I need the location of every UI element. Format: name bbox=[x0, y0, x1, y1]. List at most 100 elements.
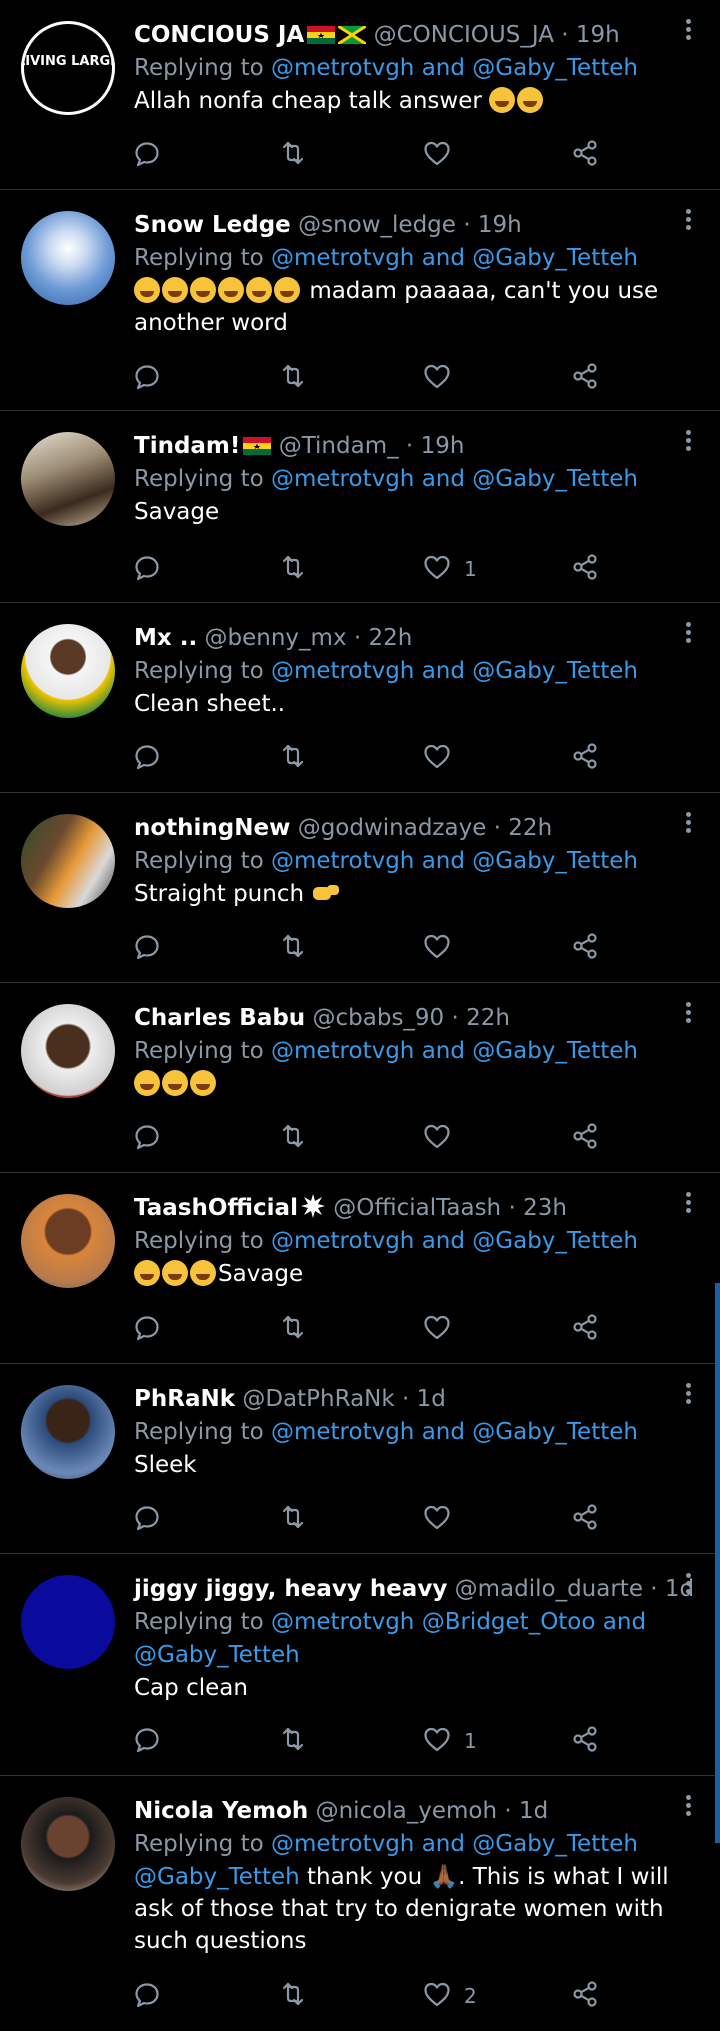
reply-button[interactable] bbox=[132, 135, 162, 175]
like-button[interactable] bbox=[422, 1309, 464, 1349]
retweet-button[interactable] bbox=[278, 549, 308, 589]
more-icon[interactable] bbox=[686, 1380, 692, 1407]
tweet[interactable]: Nicola Yemoh @nicola_yemoh · 1d Replying… bbox=[0, 1776, 720, 2031]
reply-mentions[interactable]: @metrotvgh and @Gaby_Tetteh bbox=[271, 55, 638, 81]
author-name[interactable]: Snow Ledge bbox=[134, 212, 291, 238]
retweet-button[interactable] bbox=[278, 1976, 308, 2016]
author-name[interactable]: PhRaNk bbox=[134, 1386, 235, 1412]
avatar[interactable] bbox=[21, 624, 115, 718]
author-handle[interactable]: @madilo_duarte bbox=[455, 1576, 643, 1602]
author-handle[interactable]: @Tindam_ bbox=[279, 433, 399, 459]
author-name[interactable]: CONCIOUS JA bbox=[134, 22, 304, 48]
scrollbar[interactable] bbox=[715, 1283, 720, 1843]
avatar[interactable] bbox=[21, 432, 115, 526]
tweet[interactable]: PhRaNk @DatPhRaNk · 1d Replying to @metr… bbox=[0, 1364, 720, 1554]
retweet-button[interactable] bbox=[278, 358, 308, 398]
like-button[interactable] bbox=[422, 135, 464, 175]
author-name[interactable]: Nicola Yemoh bbox=[134, 1798, 308, 1824]
retweet-button[interactable] bbox=[278, 1309, 308, 1349]
tweet[interactable]: jiggy jiggy, heavy heavy @madilo_duarte … bbox=[0, 1554, 720, 1776]
more-icon[interactable] bbox=[686, 16, 692, 43]
reply-button[interactable] bbox=[132, 1499, 162, 1539]
author-handle[interactable]: @benny_mx bbox=[205, 625, 347, 651]
reply-button[interactable] bbox=[132, 1309, 162, 1349]
retweet-button[interactable] bbox=[278, 1721, 308, 1761]
author-handle[interactable]: @cbabs_90 bbox=[313, 1005, 445, 1031]
author-name[interactable]: nothingNew bbox=[134, 815, 290, 841]
author-handle[interactable]: @OfficialTaash bbox=[333, 1195, 501, 1221]
reply-button[interactable] bbox=[132, 1976, 162, 2016]
share-button[interactable] bbox=[570, 135, 600, 175]
avatar[interactable]: LIVING LARGE bbox=[21, 21, 115, 115]
share-button[interactable] bbox=[570, 1721, 600, 1761]
retweet-button[interactable] bbox=[278, 135, 308, 175]
more-icon[interactable] bbox=[686, 619, 692, 646]
more-icon[interactable] bbox=[686, 1792, 692, 1819]
share-button[interactable] bbox=[570, 549, 600, 589]
avatar[interactable] bbox=[21, 814, 115, 908]
reply-button[interactable] bbox=[132, 549, 162, 589]
tweet[interactable]: LIVING LARGE CONCIOUS JA @CONCIOUS_JA · … bbox=[0, 0, 720, 190]
like-button[interactable]: 2 bbox=[422, 1976, 477, 2016]
mention-link[interactable]: @Gaby_Tetteh bbox=[134, 1864, 300, 1890]
reply-button[interactable] bbox=[132, 1721, 162, 1761]
reply-mentions[interactable]: @metrotvgh and @Gaby_Tetteh bbox=[271, 1831, 638, 1857]
more-icon[interactable] bbox=[686, 999, 692, 1026]
author-handle[interactable]: @snow_ledge bbox=[298, 212, 456, 238]
author-name[interactable]: Tindam! bbox=[134, 433, 240, 459]
retweet-button[interactable] bbox=[278, 1118, 308, 1158]
reply-mentions[interactable]: @metrotvgh and @Gaby_Tetteh bbox=[271, 245, 638, 271]
like-button[interactable] bbox=[422, 1499, 464, 1539]
reply-mentions[interactable]: @metrotvgh and @Gaby_Tetteh bbox=[271, 658, 638, 684]
like-button[interactable]: 1 bbox=[422, 1721, 477, 1761]
retweet-button[interactable] bbox=[278, 738, 308, 778]
share-button[interactable] bbox=[570, 1118, 600, 1158]
author-handle[interactable]: @DatPhRaNk bbox=[242, 1386, 394, 1412]
avatar[interactable] bbox=[21, 1797, 115, 1891]
avatar[interactable] bbox=[21, 1194, 115, 1288]
avatar[interactable] bbox=[21, 211, 115, 305]
reply-mentions[interactable]: @metrotvgh and @Gaby_Tetteh bbox=[271, 1228, 638, 1254]
share-button[interactable] bbox=[570, 928, 600, 968]
share-button[interactable] bbox=[570, 1499, 600, 1539]
like-button[interactable] bbox=[422, 928, 464, 968]
share-button[interactable] bbox=[570, 1976, 600, 2016]
author-name[interactable]: Charles Babu bbox=[134, 1005, 305, 1031]
avatar[interactable] bbox=[21, 1004, 115, 1098]
more-icon[interactable] bbox=[686, 809, 692, 836]
reply-button[interactable] bbox=[132, 1118, 162, 1158]
reply-mentions[interactable]: @metrotvgh and @Gaby_Tetteh bbox=[271, 848, 638, 874]
like-button[interactable] bbox=[422, 358, 464, 398]
author-handle[interactable]: @godwinadzaye bbox=[298, 815, 487, 841]
more-icon[interactable] bbox=[686, 427, 692, 454]
reply-mentions[interactable]: @metrotvgh and @Gaby_Tetteh bbox=[271, 1038, 638, 1064]
like-button[interactable] bbox=[422, 1118, 464, 1158]
avatar[interactable] bbox=[21, 1385, 115, 1479]
tweet[interactable]: Charles Babu @cbabs_90 · 22h Replying to… bbox=[0, 983, 720, 1173]
author-name[interactable]: TaashOfficial bbox=[134, 1195, 298, 1221]
reply-mentions[interactable]: @metrotvgh and @Gaby_Tetteh bbox=[271, 1419, 638, 1445]
tweet[interactable]: TaashOfficial @OfficialTaash · 23h Reply… bbox=[0, 1173, 720, 1364]
tweet[interactable]: Tindam! @Tindam_ · 19h Replying to @metr… bbox=[0, 411, 720, 603]
author-name[interactable]: jiggy jiggy, heavy heavy bbox=[134, 1576, 447, 1602]
reply-button[interactable] bbox=[132, 738, 162, 778]
author-handle[interactable]: @CONCIOUS_JA bbox=[374, 22, 554, 48]
retweet-button[interactable] bbox=[278, 1499, 308, 1539]
more-icon[interactable] bbox=[686, 1189, 692, 1216]
tweet[interactable]: nothingNew @godwinadzaye · 22h Replying … bbox=[0, 793, 720, 983]
like-button[interactable] bbox=[422, 738, 464, 778]
more-icon[interactable] bbox=[686, 1570, 692, 1597]
more-icon[interactable] bbox=[686, 206, 692, 233]
like-button[interactable]: 1 bbox=[422, 549, 477, 589]
share-button[interactable] bbox=[570, 738, 600, 778]
reply-button[interactable] bbox=[132, 358, 162, 398]
reply-mentions[interactable]: @metrotvgh and @Gaby_Tetteh bbox=[271, 466, 638, 492]
tweet[interactable]: Snow Ledge @snow_ledge · 19h Replying to… bbox=[0, 190, 720, 411]
author-handle[interactable]: @nicola_yemoh bbox=[316, 1798, 497, 1824]
avatar[interactable] bbox=[21, 1575, 115, 1669]
retweet-button[interactable] bbox=[278, 928, 308, 968]
author-name[interactable]: Mx .. bbox=[134, 625, 197, 651]
share-button[interactable] bbox=[570, 358, 600, 398]
reply-button[interactable] bbox=[132, 928, 162, 968]
tweet[interactable]: Mx .. @benny_mx · 22h Replying to @metro… bbox=[0, 603, 720, 793]
